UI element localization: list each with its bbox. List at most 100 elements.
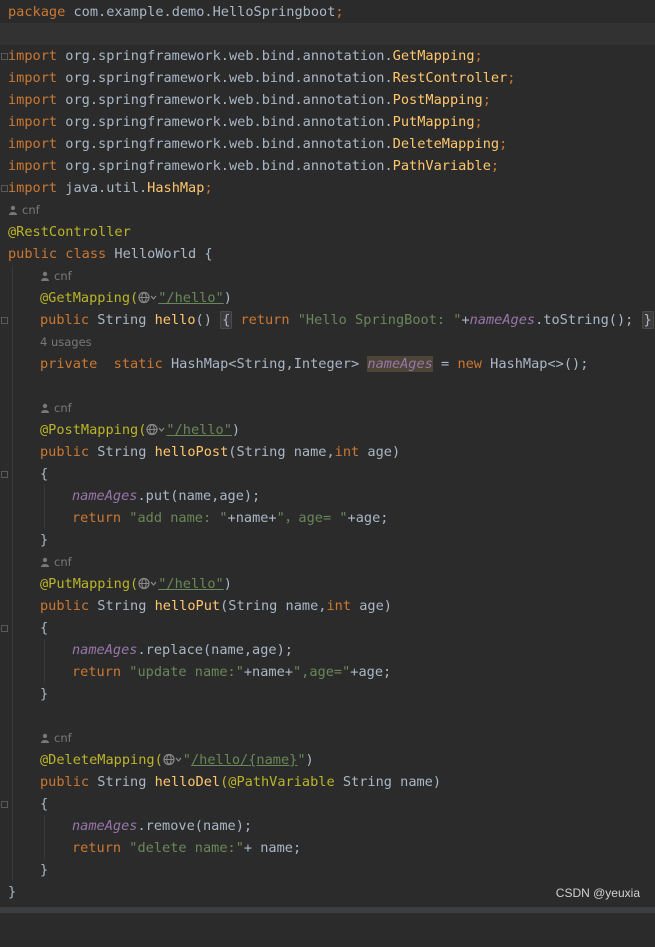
fold-icon[interactable] — [1, 53, 8, 60]
field-nameages: nameAges — [72, 818, 138, 834]
fold-icon[interactable] — [1, 185, 8, 192]
import-class: GetMapping — [392, 48, 475, 64]
open-brace: { — [40, 620, 49, 636]
url-hello[interactable]: "/hello" — [158, 290, 223, 306]
class-name: HelloWorld { — [106, 246, 213, 262]
return-type: String — [89, 312, 155, 328]
semicolon: ; — [507, 70, 516, 86]
semicolon: ; — [499, 136, 508, 152]
string-literal: "，age= " — [276, 510, 348, 526]
method-call: .remove(name); — [137, 818, 253, 834]
import-class: PutMapping — [392, 114, 475, 130]
import-path: org.springframework.web.bind.annotation. — [57, 70, 393, 86]
import-path: org.springframework.web.bind.annotation. — [57, 158, 393, 174]
import-class: RestController — [392, 70, 508, 86]
current-line — [0, 23, 655, 45]
expression: +name+ — [227, 510, 277, 526]
return-type: String — [89, 774, 155, 790]
fold-open-brace[interactable]: { — [220, 311, 233, 329]
user-icon — [41, 403, 49, 413]
author-hint-line: cnf — [0, 551, 655, 573]
keyword-import: import — [8, 114, 58, 130]
code-line: return "update name:"+name+",age="+age; — [0, 661, 655, 683]
author-hint[interactable]: cnf — [40, 265, 72, 287]
string-literal: "delete name:" — [129, 840, 244, 856]
usages-hint[interactable]: 4 usages — [40, 331, 92, 353]
user-icon — [41, 271, 49, 281]
method-hellodel: helloDel — [154, 774, 221, 790]
close-brace: } — [40, 686, 49, 702]
import-line: import org.springframework.web.bind.anno… — [0, 111, 655, 133]
watermark: CSDN @yeuxia — [555, 886, 640, 900]
keyword-public: public — [40, 312, 90, 328]
fold-icon[interactable] — [1, 625, 8, 632]
import-line: import org.springframework.web.bind.anno… — [0, 67, 655, 89]
keyword-import: import — [8, 70, 58, 86]
code-line: nameAges.remove(name); — [0, 815, 655, 837]
keyword-return: return — [72, 510, 122, 526]
author-hint-line: cnf — [0, 727, 655, 749]
url-hello[interactable]: "/hello" — [158, 576, 223, 592]
semicolon: ; — [482, 92, 491, 108]
code-line: @GetMapping("/hello") — [0, 287, 655, 309]
url-hello[interactable]: "/hello" — [166, 422, 231, 438]
globe-icon[interactable] — [138, 577, 158, 590]
method-params: String name) — [334, 774, 442, 790]
import-path: java.util. — [57, 180, 148, 196]
code-line: @RestController — [0, 221, 655, 243]
keyword-int: int — [334, 444, 360, 460]
method-hellopost: helloPost — [154, 444, 229, 460]
keyword-import: import — [8, 158, 58, 174]
code-line: } — [0, 529, 655, 551]
expression: + name; — [243, 840, 302, 856]
import-path: org.springframework.web.bind.annotation. — [57, 136, 393, 152]
close-brace: } — [40, 862, 49, 878]
paren: ) — [223, 576, 232, 592]
keyword-public: public — [40, 774, 90, 790]
code-line: { — [0, 617, 655, 639]
globe-icon[interactable] — [138, 291, 158, 304]
url-path-variable[interactable]: {name} — [248, 752, 297, 768]
indent-guide — [44, 639, 45, 683]
import-line: import org.springframework.web.bind.anno… — [0, 133, 655, 155]
return-type: String — [89, 444, 155, 460]
keyword-package: package — [8, 4, 66, 20]
code-line: @DeleteMapping("/hello/{name}") — [0, 749, 655, 771]
annotation-getmapping: @GetMapping( — [40, 290, 139, 306]
quote: " — [182, 752, 191, 768]
import-line: import org.springframework.web.bind.anno… — [0, 155, 655, 177]
keyword-import: import — [8, 180, 58, 196]
fold-close-brace[interactable]: } — [641, 311, 654, 329]
field-type: HashMap<String,Integer> — [162, 356, 368, 372]
fold-icon[interactable] — [1, 471, 8, 478]
author-hint[interactable]: cnf — [40, 397, 72, 419]
code-editor[interactable]: package com.example.demo.HelloSpringboot… — [0, 0, 655, 913]
fold-icon[interactable] — [1, 801, 8, 808]
method-params: age) — [351, 598, 392, 614]
method-call: .replace(name,age); — [137, 642, 293, 658]
annotation-restcontroller: @RestController — [8, 224, 131, 240]
import-path: org.springframework.web.bind.annotation. — [57, 92, 393, 108]
url-hello-path[interactable]: /hello/ — [191, 752, 248, 768]
operator: = — [432, 356, 458, 372]
author-name: cnf — [54, 269, 72, 283]
code-line: public String helloDel(@PathVariable Str… — [0, 771, 655, 793]
author-hint[interactable]: cnf — [40, 551, 72, 573]
author-hint[interactable]: cnf — [8, 199, 40, 221]
keyword-import: import — [8, 48, 58, 64]
scroll-strip[interactable] — [0, 907, 655, 913]
code-line: @PutMapping("/hello") — [0, 573, 655, 595]
field-nameages: nameAges — [72, 488, 138, 504]
author-name: cnf — [54, 731, 72, 745]
annotation-deletemapping: @DeleteMapping( — [40, 752, 163, 768]
string-literal: ",age=" — [292, 664, 351, 680]
author-hint[interactable]: cnf — [40, 727, 72, 749]
keyword-private: private — [40, 356, 98, 372]
field-nameages: nameAges — [469, 312, 536, 328]
import-class: HashMap — [147, 180, 205, 196]
operator: + — [461, 312, 470, 328]
globe-icon[interactable] — [146, 423, 166, 436]
fold-icon[interactable] — [1, 317, 8, 324]
globe-icon[interactable] — [163, 753, 183, 766]
usages-hint-line: 4 usages — [0, 331, 655, 353]
